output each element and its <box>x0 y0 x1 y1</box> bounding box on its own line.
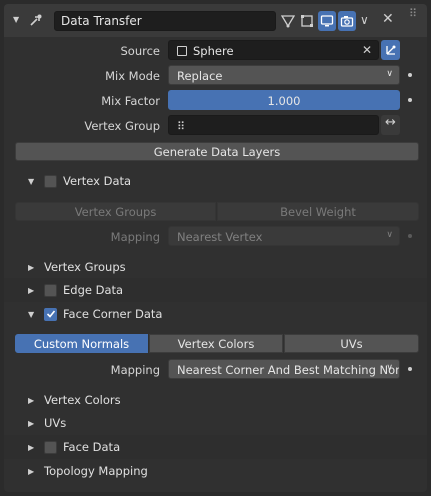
face-corner-mapping-select[interactable]: Nearest Corner And Best Matching Normal … <box>168 359 400 379</box>
close-icon[interactable]: ✕ <box>382 11 394 27</box>
mix-mode-label: Mix Mode <box>105 69 160 83</box>
vertex-groups-subpanel[interactable]: ▶ Vertex Groups <box>28 256 126 278</box>
expand-arrow-icon[interactable]: ▶ <box>28 419 44 428</box>
face-corner-mapping-value: Nearest Corner And Best Matching Normal <box>177 363 400 377</box>
face-data-header[interactable]: ▶ Face Data <box>28 436 120 458</box>
source-field[interactable]: Sphere ✕ <box>168 40 379 60</box>
face-corner-mapping-label: Mapping <box>110 363 160 377</box>
vertex-mapping-value: Nearest Vertex <box>177 230 263 244</box>
edge-data-checkbox[interactable] <box>44 283 57 297</box>
invert-arrows-icon[interactable]: ↔ <box>381 115 400 135</box>
face-corner-data-checkbox[interactable] <box>44 307 57 321</box>
mix-factor-label: Mix Factor <box>101 94 160 108</box>
source-label: Source <box>120 44 161 58</box>
tab-bevel-weight[interactable]: Bevel Weight <box>217 202 419 221</box>
expand-arrow-icon[interactable]: ▶ <box>28 467 44 476</box>
vertex-group-label: Vertex Group <box>84 119 160 133</box>
vertex-mapping-select[interactable]: Nearest Vertex ∨ <box>168 226 400 246</box>
generate-data-layers-button[interactable]: Generate Data Layers <box>15 142 419 161</box>
face-corner-data-label: Face Corner Data <box>63 307 163 321</box>
data-transfer-icon <box>28 12 44 31</box>
collapse-arrow-icon[interactable]: ▼ <box>13 15 19 24</box>
vertex-data-header[interactable]: ▼ Vertex Data <box>28 170 131 192</box>
vertex-data-label: Vertex Data <box>63 174 132 188</box>
mesh-object-icon <box>177 46 187 56</box>
edge-data-label: Edge Data <box>63 283 124 297</box>
topology-mapping-subpanel[interactable]: ▶ Topology Mapping <box>28 460 148 482</box>
vertex-mapping-label: Mapping <box>110 230 160 244</box>
mix-mode-select[interactable]: Replace ∨ <box>168 65 400 85</box>
dropdown-chevron-icon[interactable]: ∨ <box>360 13 369 27</box>
vertex-colors-subpanel[interactable]: ▶ Vertex Colors <box>28 389 121 411</box>
transform-axes-icon <box>385 45 395 55</box>
vertex-colors-label: Vertex Colors <box>44 393 121 407</box>
keyframe-dot-icon[interactable] <box>408 367 412 371</box>
keyframe-dot-icon[interactable] <box>408 73 412 77</box>
collapse-arrow-icon[interactable]: ▼ <box>28 177 44 186</box>
mix-mode-value: Replace <box>177 69 223 83</box>
uvs-label: UVs <box>44 416 67 430</box>
edit-mode-icon[interactable] <box>298 11 316 31</box>
chevron-down-icon: ∨ <box>386 69 393 79</box>
vertex-group-icon: ⠿ <box>177 120 186 133</box>
checkmark-icon <box>46 310 55 318</box>
expand-arrow-icon[interactable]: ▶ <box>28 443 44 452</box>
modifier-name-field[interactable]: Data Transfer <box>54 11 276 31</box>
face-corner-data-header[interactable]: ▼ Face Corner Data <box>28 303 162 325</box>
clear-icon[interactable]: ✕ <box>362 43 372 57</box>
keyframe-dot-icon[interactable] <box>408 98 412 102</box>
mix-factor-slider[interactable]: 1.000 <box>168 90 400 110</box>
chevron-down-icon: ∨ <box>386 363 393 373</box>
edit-mode-cage-icon[interactable] <box>279 11 297 31</box>
face-data-label: Face Data <box>63 440 121 454</box>
uvs-subpanel[interactable]: ▶ UVs <box>28 412 66 434</box>
vertex-data-checkbox[interactable] <box>44 174 57 188</box>
expand-arrow-icon[interactable]: ▶ <box>28 396 44 405</box>
vertex-group-field[interactable]: ⠿ <box>168 115 379 135</box>
realtime-display-icon[interactable] <box>318 11 336 31</box>
keyframe-dot-icon[interactable] <box>408 234 412 238</box>
topology-mapping-label: Topology Mapping <box>44 464 148 478</box>
drag-handle-icon[interactable]: ⠿ <box>409 8 417 19</box>
tab-vertex-colors[interactable]: Vertex Colors <box>149 334 283 353</box>
tab-custom-normals[interactable]: Custom Normals <box>15 334 148 353</box>
tab-vertex-groups[interactable]: Vertex Groups <box>15 202 216 221</box>
collapse-arrow-icon[interactable]: ▼ <box>28 310 44 319</box>
expand-arrow-icon[interactable]: ▶ <box>28 286 44 295</box>
chevron-down-icon: ∨ <box>386 230 393 240</box>
tab-uvs[interactable]: UVs <box>284 334 419 353</box>
render-camera-icon[interactable] <box>338 11 356 31</box>
expand-arrow-icon[interactable]: ▶ <box>28 263 44 272</box>
object-transform-toggle[interactable] <box>381 40 400 60</box>
edge-data-header[interactable]: ▶ Edge Data <box>28 279 123 301</box>
source-value: Sphere <box>193 44 234 58</box>
face-data-checkbox[interactable] <box>44 440 57 454</box>
vertex-groups-label: Vertex Groups <box>44 260 126 274</box>
